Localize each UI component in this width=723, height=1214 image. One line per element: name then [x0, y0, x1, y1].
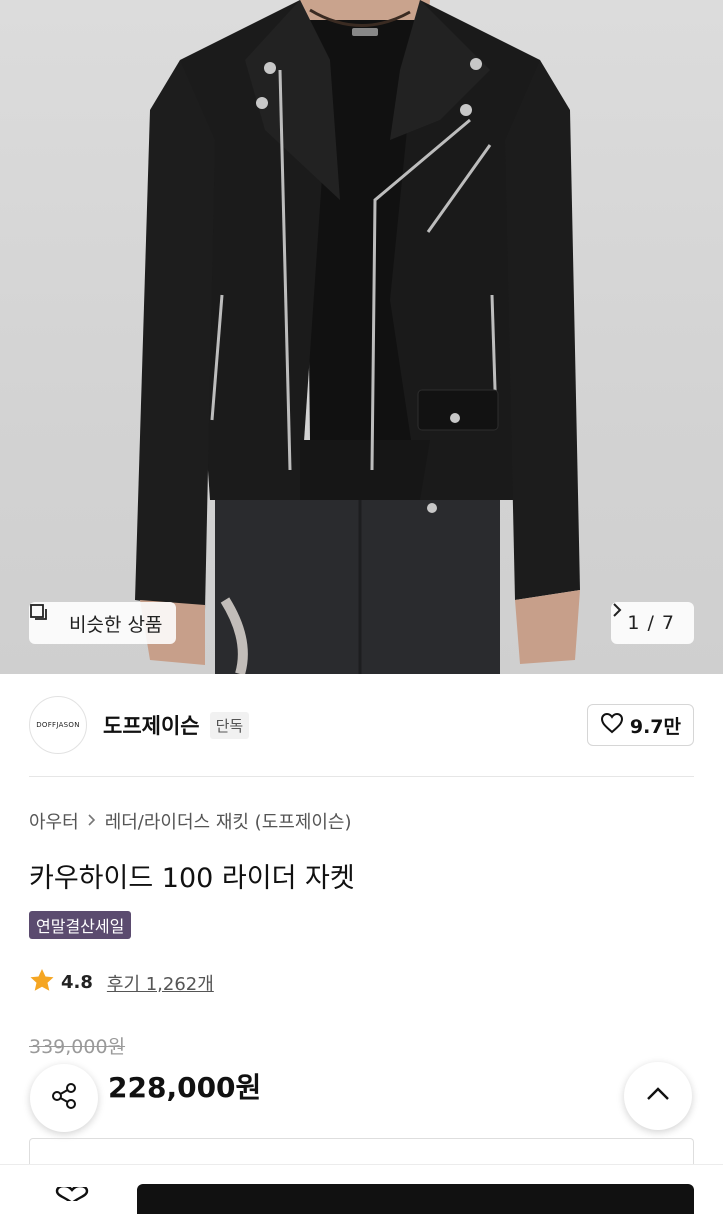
similar-icon: [30, 604, 61, 633]
brand-like-button[interactable]: 9.7만: [586, 704, 694, 746]
original-price: 339,000원: [29, 1036, 126, 1058]
jacket-photo: [135, 0, 580, 674]
brand-logo[interactable]: DOFFJASON: [29, 696, 87, 754]
similar-products-label: 비슷한 상품: [69, 613, 163, 636]
breadcrumb-category[interactable]: 아우터: [29, 808, 79, 834]
gallery-total: 7: [661, 612, 674, 634]
share-button[interactable]: [30, 1064, 98, 1132]
brand-logo-text: DOFFJASON: [36, 721, 80, 729]
breadcrumb: 아우터 레더/라이더스 재킷 (도프제이슨): [29, 808, 352, 834]
review-link[interactable]: 후기 1,262개: [107, 970, 214, 996]
star-icon: [29, 968, 55, 997]
gallery-separator: /: [647, 612, 654, 634]
heart-icon[interactable]: [52, 1184, 92, 1205]
product-image[interactable]: 비슷한 상품 1 / 7: [0, 0, 723, 674]
divider: [29, 776, 694, 777]
rating-row: 4.8 후기 1,262개: [29, 968, 214, 997]
sale-price: 228,000원: [108, 1071, 262, 1104]
rating-score: 4.8: [61, 972, 93, 993]
share-icon: [49, 1081, 79, 1115]
product-title: 카우하이드 100 라이더 자켓: [29, 863, 355, 894]
buy-button[interactable]: [137, 1184, 694, 1214]
chevron-up-icon: [645, 1086, 671, 1106]
breadcrumb-subcategory[interactable]: 레더/라이더스 재킷 (도프제이슨): [105, 808, 352, 834]
heart-icon: [600, 712, 624, 739]
brand-row: DOFFJASON 도프제이슨 단독 9.7만: [29, 694, 694, 756]
scroll-top-button[interactable]: [624, 1062, 692, 1130]
brand-like-count: 9.7만: [629, 715, 681, 738]
chevron-right-icon: [87, 811, 97, 832]
gallery-current: 1: [627, 612, 640, 634]
sale-badge: 연말결산세일: [29, 911, 132, 939]
similar-products-button[interactable]: 비슷한 상품: [29, 602, 177, 644]
exclusive-tag: 단독: [209, 711, 250, 739]
brand-name[interactable]: 도프제이슨: [103, 710, 200, 740]
gallery-counter[interactable]: 1 / 7: [611, 602, 694, 644]
